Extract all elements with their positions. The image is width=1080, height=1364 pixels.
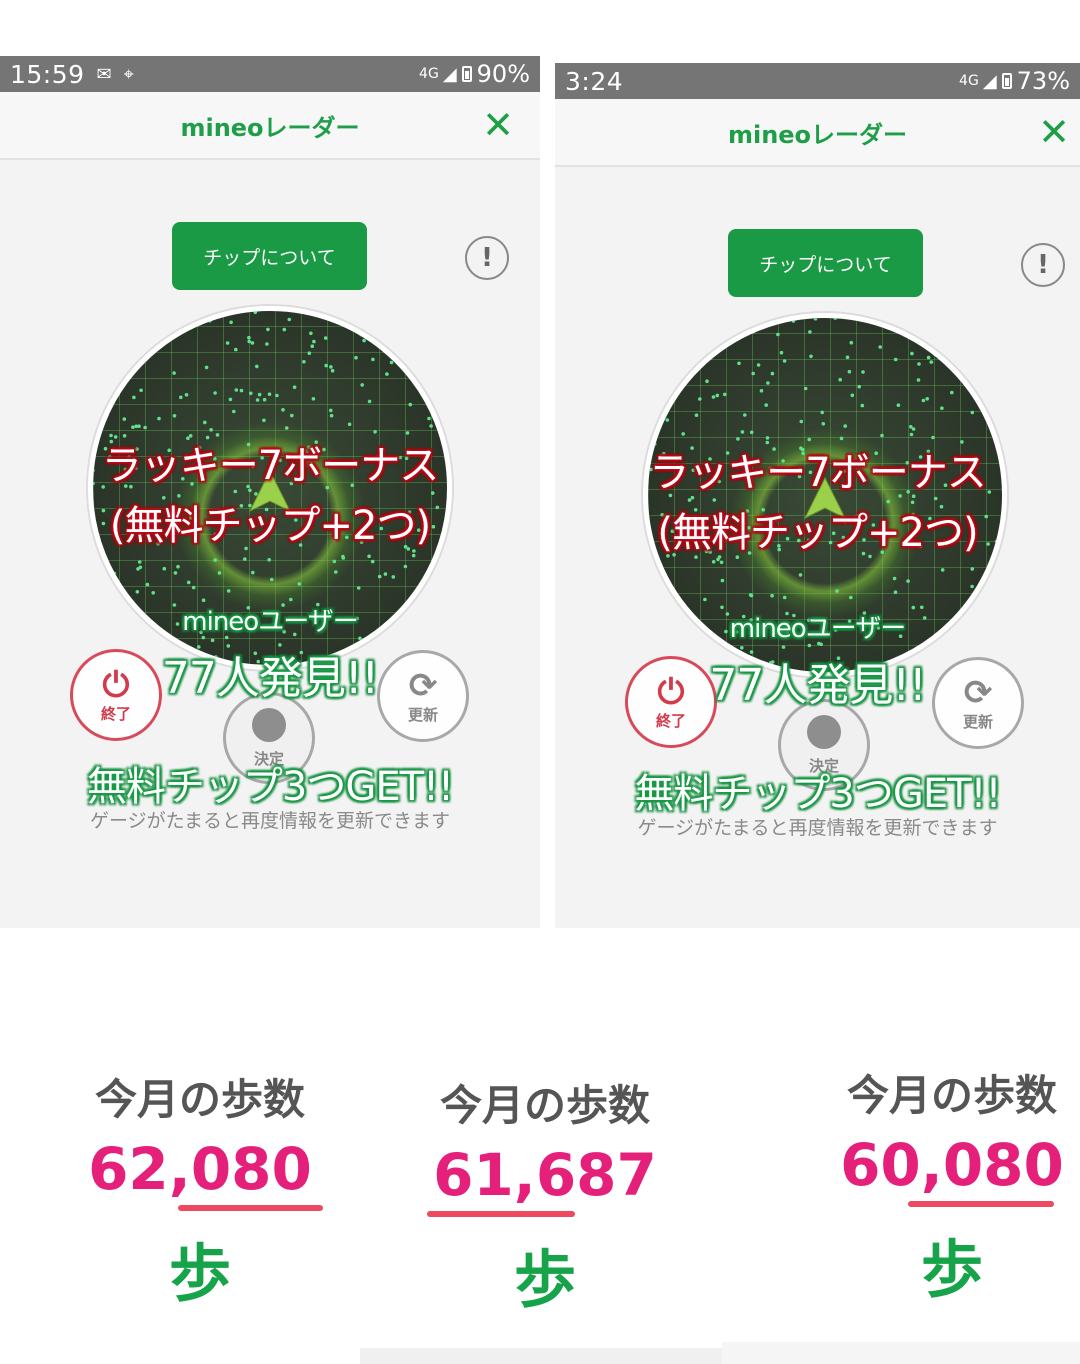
users-label: mineoユーザー [182, 607, 358, 637]
bonus-line2: (無料チップ+2つ) [109, 503, 431, 549]
free-chips: 無料チップ3つGET!! [634, 771, 1001, 817]
app-title: mineoレーダー [180, 113, 360, 142]
battery-percent: 73% [1016, 67, 1070, 95]
step-label: 今月の歩数 [94, 1075, 305, 1124]
update-label: 更新 [962, 712, 993, 731]
decide-dot-icon [807, 714, 841, 749]
signal-icon: ◢ [982, 70, 997, 92]
free-chips: 無料チップ3つGET!! [86, 764, 454, 810]
location-icon: ⌖ [123, 63, 134, 85]
info-icon[interactable]: ! [465, 236, 509, 280]
screenshot-left: 15:59 ✉ ⌖ 4G ◢ 90% mineoレーダー ✕ チップについて !… [0, 56, 540, 928]
value-underline [427, 1211, 575, 1217]
found-count: 77人発見!! [709, 660, 926, 711]
found-count: 77人発見!! [161, 653, 379, 704]
bonus-line2: (無料チップ+2つ) [657, 510, 978, 556]
value-underline [908, 1201, 1054, 1207]
status-time: 3:24 [565, 66, 624, 96]
close-icon[interactable]: ✕ [482, 106, 514, 144]
step-value: 61,687 [433, 1141, 657, 1209]
value-underline [178, 1205, 323, 1211]
step-unit: 歩 [513, 1243, 576, 1316]
close-icon[interactable]: ✕ [1038, 113, 1070, 151]
network-label: 4G [959, 73, 979, 89]
app-bar: mineoレーダー ✕ [555, 99, 1080, 167]
step-counter: 今月の歩数 62,080 歩 [50, 1066, 350, 1313]
step-label: 今月の歩数 [439, 1081, 650, 1130]
bonus-line1: ラッキー7ボーナス [101, 443, 439, 489]
step-counter: 今月の歩数 60,080 歩 [802, 1062, 1080, 1309]
step-label: 今月の歩数 [846, 1071, 1057, 1120]
step-value: 62,080 [88, 1135, 312, 1203]
about-chip-button[interactable]: チップについて [172, 222, 367, 290]
network-label: 4G [419, 66, 439, 82]
step-value: 60,080 [840, 1131, 1064, 1199]
status-bar: 15:59 ✉ ⌖ 4G ◢ 90% [0, 56, 540, 92]
mail-icon: ✉ [96, 63, 112, 85]
gauge-hint: ゲージがたまると再度情報を更新できます [637, 817, 998, 839]
step-unit: 歩 [920, 1233, 983, 1306]
gauge-hint: ゲージがたまると再度情報を更新できます [89, 810, 451, 832]
update-label: 更新 [407, 705, 438, 724]
divider [722, 1342, 1080, 1364]
battery-percent: 90% [476, 60, 530, 88]
status-bar: 3:24 4G ◢ 73% [555, 63, 1080, 99]
signal-icon: ◢ [442, 63, 457, 85]
decide-dot-icon [252, 707, 286, 742]
app-title: mineoレーダー [727, 120, 908, 149]
bonus-line1: ラッキー7ボーナス [649, 450, 986, 496]
status-time: 15:59 [10, 59, 85, 89]
battery-icon [1001, 73, 1012, 89]
divider [360, 1348, 722, 1364]
app-bar: mineoレーダー ✕ [0, 92, 540, 160]
users-label: mineoユーザー [729, 614, 906, 644]
screenshot-right: 3:24 4G ◢ 73% mineoレーダー ✕ チップについて ! ラッキー… [555, 63, 1080, 928]
battery-icon [461, 66, 472, 82]
step-counter: 今月の歩数 61,687 歩 [395, 1072, 695, 1319]
about-chip-button[interactable]: チップについて [728, 229, 923, 297]
step-unit: 歩 [168, 1237, 231, 1310]
collage: 15:59 ✉ ⌖ 4G ◢ 90% mineoレーダー ✕ チップについて !… [0, 0, 1080, 1364]
info-icon[interactable]: ! [1021, 243, 1065, 287]
